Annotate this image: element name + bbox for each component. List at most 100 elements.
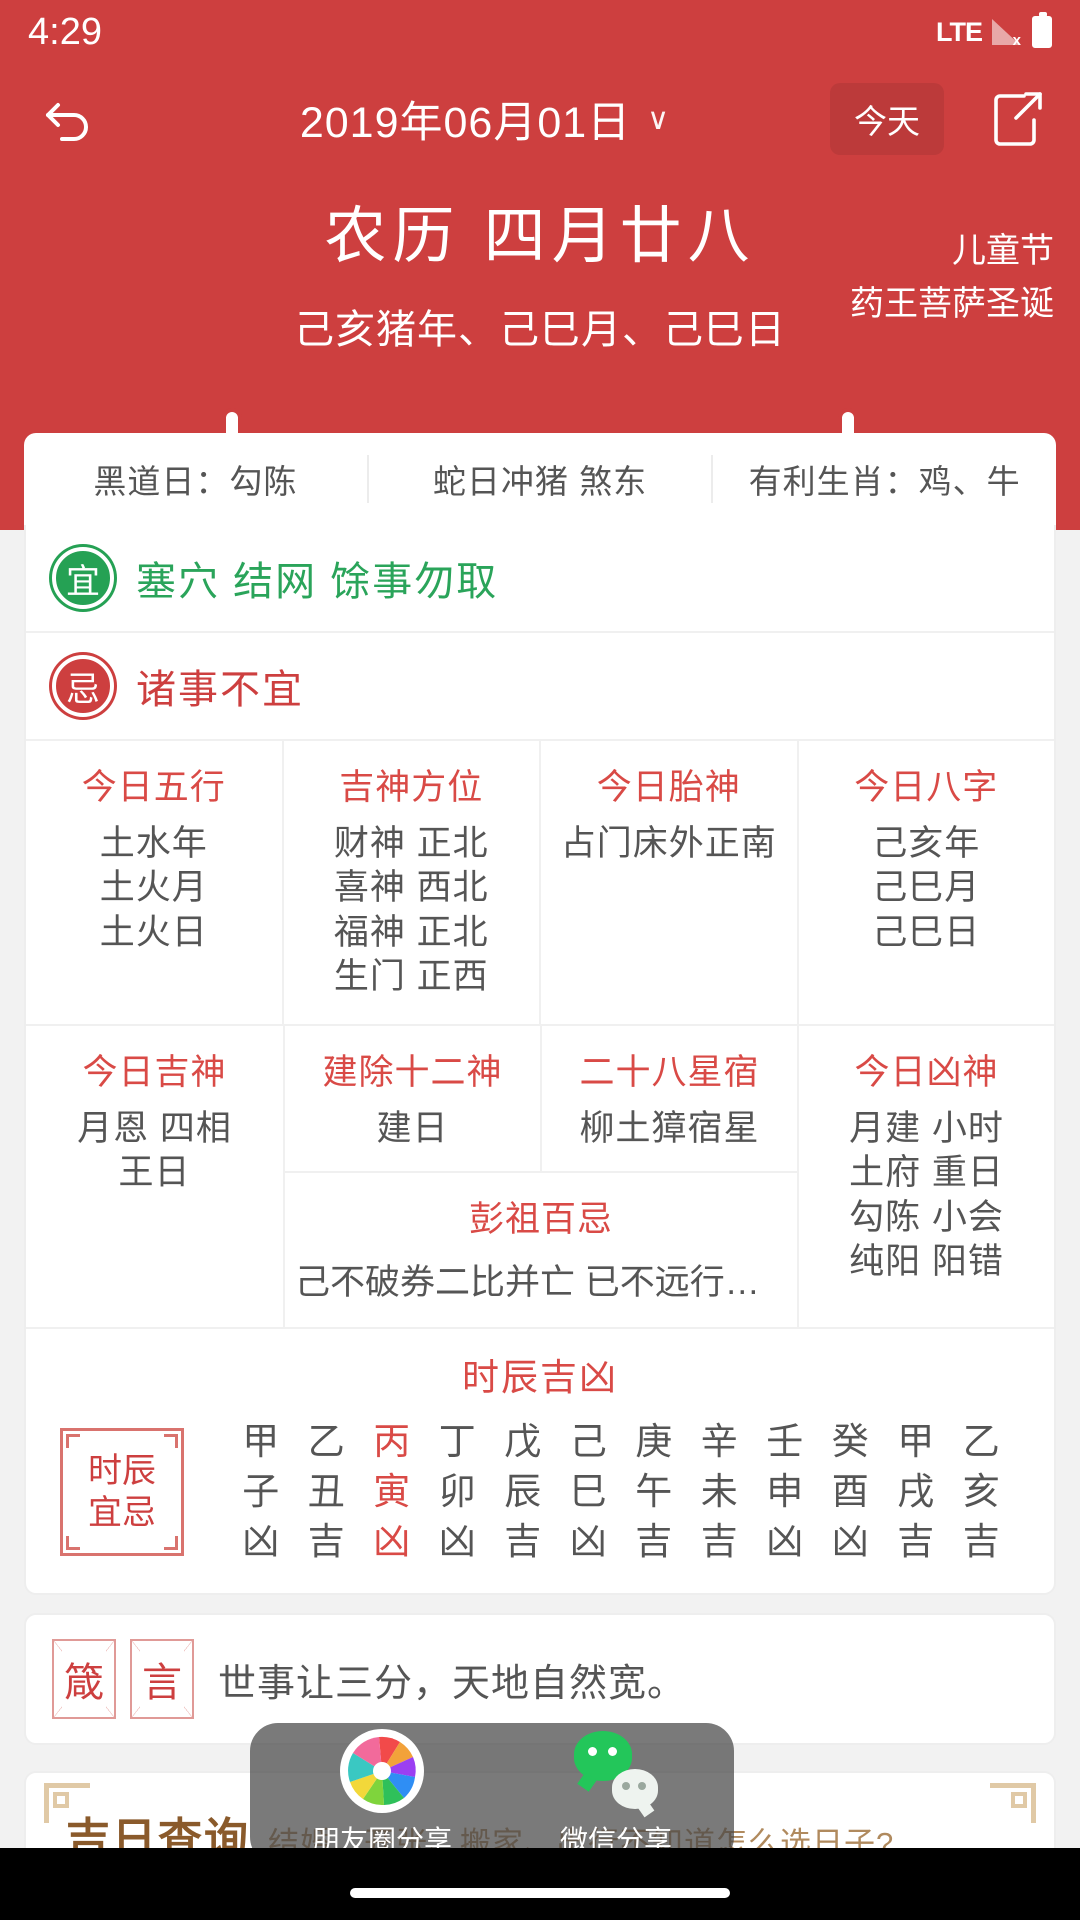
hour-stem[interactable]: 甲: [883, 1417, 949, 1467]
home-indicator[interactable]: [350, 1888, 730, 1898]
cell-line: 己巳日: [872, 912, 981, 952]
proverb-box-1-label: 箴: [62, 1650, 106, 1708]
moments-icon: [339, 1729, 424, 1813]
hour-stem[interactable]: 辛: [687, 1417, 753, 1467]
grid-cell-xingxiu: 二十八星宿 柳土獐宿星: [540, 1025, 797, 1172]
festival-item: 儿童节: [952, 232, 1054, 270]
cell-line: 月建 小时: [849, 1108, 1004, 1148]
proverb-box-1: 箴: [52, 1639, 116, 1719]
day-summary-card: 黑道日：勾陈 蛇日冲猪 煞东 有利生肖：鸡、牛: [24, 433, 1056, 525]
hour-luck[interactable]: 凶: [818, 1517, 884, 1567]
share-option-wechat[interactable]: 微信分享: [560, 1729, 672, 1859]
hour-branch[interactable]: 午: [621, 1467, 687, 1517]
grid-cell-wuxing: 今日五行 土水年 土火月 土火日: [26, 741, 282, 1024]
grid-cell-taishen: 今日胎神 占门床外正南: [539, 741, 797, 1024]
back-arrow-icon[interactable]: [0, 87, 140, 151]
hour-branch[interactable]: 辰: [490, 1467, 556, 1517]
hour-luck[interactable]: 吉: [294, 1517, 360, 1567]
hour-branch[interactable]: 丑: [294, 1467, 360, 1517]
share-sheet-overlay[interactable]: 朋友圈分享 微信分享: [250, 1723, 734, 1865]
cell-title: 今日吉神: [82, 1052, 227, 1092]
info-grid-upper: 今日五行 土水年 土火月 土火日 吉神方位 财神 正北 喜神 西北 福神 正北 …: [26, 739, 1054, 1024]
hourly-fortune-body: 时辰 宜忌 甲乙丙丁戊己庚辛壬癸甲乙 子丑寅卯辰巳午未申酉戌亥 凶吉凶凶吉凶吉吉…: [26, 1417, 1054, 1567]
status-time: 4:29: [28, 10, 102, 53]
hour-branch[interactable]: 巳: [556, 1467, 622, 1517]
cell-title: 今日凶神: [854, 1052, 999, 1092]
hour-branch[interactable]: 亥: [949, 1467, 1015, 1517]
network-type-label: LTE: [936, 16, 983, 47]
date-title-text: 2019年06月01日: [299, 99, 632, 147]
cell-line: 纯阳 阳错: [849, 1242, 1004, 1282]
hour-luck[interactable]: 凶: [425, 1517, 491, 1567]
hour-stem[interactable]: 庚: [621, 1417, 687, 1467]
stamp-line-2: 宜忌: [88, 1494, 156, 1533]
ji-text: 诸事不宜: [136, 668, 304, 712]
hour-stem[interactable]: 己: [556, 1417, 622, 1467]
yi-row[interactable]: 宜 塞穴 结网 馀事勿取: [26, 525, 1054, 631]
hour-branch[interactable]: 戌: [883, 1467, 949, 1517]
hour-stem[interactable]: 甲: [228, 1417, 294, 1467]
hour-stem[interactable]: 癸: [818, 1417, 884, 1467]
hour-luck[interactable]: 凶: [556, 1517, 622, 1567]
shichen-stamp-icon[interactable]: 时辰 宜忌: [60, 1428, 184, 1557]
hour-luck[interactable]: 凶: [359, 1517, 425, 1567]
hour-branch[interactable]: 未: [687, 1467, 753, 1517]
hour-stem[interactable]: 戊: [490, 1417, 556, 1467]
festival-item: 药王菩萨圣诞: [850, 284, 1054, 323]
hour-stem[interactable]: 丁: [425, 1417, 491, 1467]
hour-stem[interactable]: 乙: [294, 1417, 360, 1467]
cell-line: 建日: [376, 1108, 449, 1148]
battery-icon: [1032, 12, 1052, 48]
grid-cell-jianchu: 建除十二神 建日: [285, 1026, 540, 1171]
cell-line: 月恩 四相: [77, 1108, 232, 1148]
hour-luck[interactable]: 吉: [621, 1517, 687, 1567]
cell-line: 福神 正北: [333, 912, 489, 952]
grid-cell-pengzu[interactable]: 彭祖百忌 己不破券二比并亡 已不远行财物伏…: [285, 1171, 797, 1327]
hour-luck[interactable]: 吉: [490, 1517, 556, 1567]
cell-line: 财神 正北: [333, 824, 489, 863]
nav-bar: 2019年06月01日 ∨ 今天: [0, 64, 1080, 174]
app-screen: 4:29 LTE x 2019年06月01日 ∨ 今天 农历 四月廿八 己亥猪年…: [0, 0, 1080, 1920]
summary-heidao: 黑道日：勾陈: [93, 463, 298, 500]
hour-luck[interactable]: 凶: [752, 1517, 818, 1567]
hour-branch[interactable]: 卯: [425, 1467, 491, 1517]
yi-seal-icon: 宜: [52, 547, 114, 609]
chevron-down-icon: ∨: [647, 102, 671, 136]
hour-luck[interactable]: 吉: [687, 1517, 753, 1567]
hour-luck[interactable]: 吉: [883, 1517, 949, 1567]
status-indicators: LTE x: [936, 12, 1052, 49]
date-picker-title[interactable]: 2019年06月01日 ∨: [140, 88, 830, 150]
share-icon[interactable]: [970, 88, 1066, 150]
grid-mid-group: 建除十二神 建日 二十八星宿 柳土獐宿星 彭祖百忌 己不破券二比并亡 已不远行财…: [283, 1025, 797, 1328]
cell-line: 土火月: [99, 868, 208, 908]
cell-title: 二十八星宿: [579, 1052, 760, 1092]
info-grid-lower: 今日吉神 月恩 四相 王日 建除十二神 建日 二十八星宿 柳土獐宿星 彭祖百忌: [26, 1023, 1054, 1328]
hour-stem[interactable]: 壬: [752, 1417, 818, 1467]
ji-row[interactable]: 忌 诸事不宜: [26, 631, 1054, 739]
status-bar: 4:29 LTE x: [0, 0, 1080, 64]
grid-cell-jishen: 今日吉神 月恩 四相 王日: [26, 1026, 283, 1327]
hour-branch[interactable]: 寅: [359, 1467, 425, 1517]
hour-luck[interactable]: 吉: [949, 1517, 1015, 1567]
today-button[interactable]: 今天: [830, 83, 944, 155]
hour-branch[interactable]: 申: [752, 1467, 818, 1517]
share-option-moments[interactable]: 朋友圈分享: [312, 1729, 452, 1859]
hour-branch[interactable]: 子: [228, 1467, 294, 1517]
hour-luck[interactable]: 凶: [228, 1517, 294, 1567]
hour-stem[interactable]: 丙: [359, 1417, 425, 1467]
ornament-top-right-icon: [990, 1783, 1036, 1823]
hour-branch[interactable]: 酉: [818, 1467, 884, 1517]
summary-zodiac: 有利生肖：鸡、牛: [711, 455, 1056, 503]
proverb-box-2: 言: [130, 1639, 194, 1719]
hourly-fortune-title: 时辰吉凶: [462, 1357, 618, 1399]
ji-seal-label: 忌: [66, 670, 100, 709]
hourly-fortune-section: 时辰吉凶 时辰 宜忌 甲乙丙丁戊己庚辛壬癸甲乙 子丑寅卯辰巳午未申酉戌亥 凶吉凶…: [26, 1327, 1054, 1593]
grid-cell-xiongshen: 今日凶神 月建 小时 土府 重日 勾陈 小会 纯阳 阳错: [797, 1025, 1054, 1328]
pengzu-text: 己不破券二比并亡 已不远行财物伏…: [295, 1263, 787, 1303]
cell-line: 占门床外正南: [560, 824, 777, 863]
grid-mid-top: 建除十二神 建日 二十八星宿 柳土獐宿星: [285, 1025, 797, 1172]
hour-table: 甲乙丙丁戊己庚辛壬癸甲乙 子丑寅卯辰巳午未申酉戌亥 凶吉凶凶吉凶吉吉凶凶吉吉: [204, 1417, 1020, 1567]
festival-list: 儿童节 药王菩萨圣诞: [850, 225, 1054, 330]
cell-line: 生门 正西: [333, 957, 489, 997]
hour-stem[interactable]: 乙: [949, 1417, 1015, 1467]
